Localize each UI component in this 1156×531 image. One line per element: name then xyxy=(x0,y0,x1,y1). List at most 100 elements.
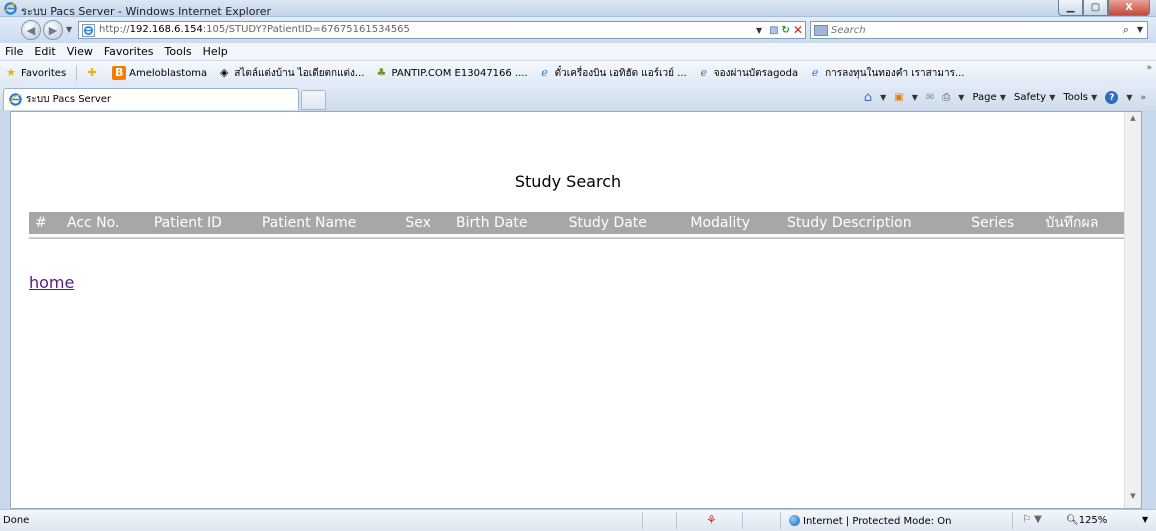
search-input[interactable] xyxy=(831,23,1091,37)
favorite-link-ameloblastoma[interactable]: B Ameloblastoma xyxy=(112,66,207,80)
vertical-scrollbar[interactable]: ▲ ▼ xyxy=(1124,112,1141,508)
favorites-overflow-icon[interactable]: » xyxy=(1146,63,1152,73)
tab-bar: ระบบ Pacs Server ⌂ ▼ ▣ ▼ ✉ ⎙ ▼ Page ▼ Safet… xyxy=(0,85,1156,110)
protected-mode-dropdown-icon[interactable]: ⚐ ▼ xyxy=(1022,514,1042,525)
status-separator xyxy=(676,512,677,529)
home-icon[interactable]: ⌂ xyxy=(864,90,872,105)
print-dropdown-icon[interactable]: ▼ xyxy=(958,93,964,102)
ie-page-icon: ℯ xyxy=(811,66,819,79)
compatibility-view-icon[interactable]: ▧ xyxy=(769,25,778,36)
pantip-icon: ♣ xyxy=(376,66,387,79)
favorites-separator xyxy=(76,65,78,81)
add-to-favorites-bar-button[interactable]: ✚ xyxy=(85,66,102,80)
ie-logo-icon xyxy=(4,2,17,15)
minimize-button[interactable]: ▁ xyxy=(1058,0,1083,16)
security-zone[interactable]: Internet | Protected Mode: On xyxy=(789,515,951,527)
back-button[interactable]: ◀ xyxy=(21,20,41,40)
address-bar: ◀ ▶ ▼ http://192.168.6.154:105/STUDY?Pat… xyxy=(0,17,1156,43)
menu-bar: File Edit View Favorites Tools Help xyxy=(0,43,1156,61)
zoom-dropdown-icon[interactable]: ▼ xyxy=(1142,515,1148,524)
favorites-button[interactable]: ★ Favorites xyxy=(4,66,66,80)
content-frame-left xyxy=(0,111,10,509)
page-title: Study Search xyxy=(514,172,622,191)
column-header-birth-date: Birth Date xyxy=(449,212,563,234)
zoom-level[interactable]: 🔍︎125% xyxy=(1066,515,1107,526)
study-results-table: # Acc No. Patient ID Patient Name Sex Bi… xyxy=(29,212,1127,234)
table-header-row: # Acc No. Patient ID Patient Name Sex Bi… xyxy=(29,212,1127,234)
menu-tools[interactable]: Tools xyxy=(165,45,192,58)
page-content: Study Search # Acc No. Patient ID Patien… xyxy=(10,111,1142,509)
scroll-down-icon[interactable]: ▼ xyxy=(1125,492,1141,506)
search-icon[interactable]: ⌕ xyxy=(1123,23,1129,37)
back-arrow-icon: ◀ xyxy=(26,23,36,37)
print-icon[interactable]: ⎙ xyxy=(942,92,950,103)
refresh-icon[interactable]: ↻ xyxy=(782,25,790,36)
table-divider xyxy=(29,237,1127,239)
column-header-series: Series xyxy=(965,212,1040,234)
url-field[interactable]: http://192.168.6.154:105/STUDY?PatientID… xyxy=(78,21,806,39)
command-bar: ⌂ ▼ ▣ ▼ ✉ ⎙ ▼ Page ▼ Safety ▼ Tools ▼ ? ▼ » xyxy=(864,90,1146,105)
favorite-link-home-decor[interactable]: ◈ สไตล์แต่งบ้าน ไอเดียตกแต่ง... xyxy=(217,66,365,81)
search-box[interactable]: ⌕ ▼ xyxy=(810,21,1148,39)
column-header-report: บันทึกผล xyxy=(1039,212,1127,234)
read-mail-icon[interactable]: ✉ xyxy=(926,92,934,103)
column-header-patient-id: Patient ID xyxy=(147,212,256,234)
scroll-up-icon[interactable]: ▲ xyxy=(1125,114,1141,128)
search-options-dropdown-icon[interactable]: ▼ xyxy=(1137,25,1143,34)
blogger-icon: B xyxy=(112,66,127,80)
site-logo-icon: ◈ xyxy=(219,66,229,79)
column-header-modality: Modality xyxy=(684,212,781,234)
column-header-patient-name: Patient Name xyxy=(255,212,400,234)
help-icon[interactable]: ? xyxy=(1105,91,1119,104)
menu-edit[interactable]: Edit xyxy=(34,45,55,58)
status-bar: Done ⚘ Internet | Protected Mode: On ⚐ ▼… xyxy=(0,509,1156,531)
column-header-acc-no: Acc No. xyxy=(60,212,148,234)
menu-help[interactable]: Help xyxy=(203,45,228,58)
forward-arrow-icon: ▶ xyxy=(48,23,58,37)
add-favorite-icon: ✚ xyxy=(87,66,97,79)
favorites-bar: ★ Favorites ✚ B Ameloblastoma ◈ สไตล์แต่… xyxy=(0,61,1156,85)
menu-view[interactable]: View xyxy=(67,45,93,58)
ie-logo-icon xyxy=(9,93,22,106)
feeds-dropdown-icon[interactable]: ▼ xyxy=(912,93,918,102)
favorite-link-pantip[interactable]: ♣ PANTIP.COM E13047166 .... xyxy=(374,66,528,80)
safety-menu[interactable]: Safety ▼ xyxy=(1014,92,1055,103)
status-separator xyxy=(1012,512,1013,529)
stop-icon[interactable]: ✕ xyxy=(793,23,803,37)
command-overflow-icon[interactable]: » xyxy=(1140,93,1146,103)
new-tab-button[interactable] xyxy=(301,90,326,110)
favorite-link-etihad[interactable]: ℯ ตั๋วเครื่องบิน เอทิฮัด แอร์เวย์ ... xyxy=(538,66,686,81)
url-tools: ▼ ▧ ↻ ✕ xyxy=(756,23,803,37)
tab-pacs-server[interactable]: ระบบ Pacs Server xyxy=(3,88,299,110)
ie-page-icon xyxy=(82,24,95,37)
status-separator xyxy=(742,512,743,529)
close-button[interactable]: X xyxy=(1108,0,1150,16)
column-header-study-description: Study Description xyxy=(780,212,966,234)
home-dropdown-icon[interactable]: ▼ xyxy=(880,93,886,102)
column-header-number: # xyxy=(29,212,61,234)
page-menu[interactable]: Page ▼ xyxy=(972,92,1006,103)
ie-page-icon: ℯ xyxy=(541,66,548,79)
star-icon: ★ xyxy=(6,66,16,79)
menu-file[interactable]: File xyxy=(5,45,23,58)
menu-favorites[interactable]: Favorites xyxy=(104,45,154,58)
tools-menu[interactable]: Tools ▼ xyxy=(1063,92,1097,103)
url-text: http://192.168.6.154:105/STUDY?PatientID… xyxy=(99,24,410,35)
help-dropdown-icon[interactable]: ▼ xyxy=(1126,93,1132,102)
column-header-study-date: Study Date xyxy=(562,212,685,234)
forward-button[interactable]: ▶ xyxy=(43,20,63,40)
maximize-button[interactable]: ▢ xyxy=(1083,0,1108,16)
title-bar: ระบบ Pacs Server - Windows Internet Expl… xyxy=(0,0,1156,18)
feeds-icon[interactable]: ▣ xyxy=(894,92,903,103)
recent-pages-dropdown-icon[interactable]: ▼ xyxy=(66,25,72,34)
column-header-sex: Sex xyxy=(399,212,450,234)
favorite-link-agoda[interactable]: ℯ จองผ่านบัตรagoda xyxy=(697,66,798,81)
status-separator xyxy=(642,512,643,529)
addon-manager-icon[interactable]: ⚘ xyxy=(706,513,717,527)
status-text: Done xyxy=(3,515,30,526)
search-provider-icon xyxy=(814,25,828,36)
favorite-link-gold[interactable]: ℯ การลงทุนในทองคำ เราสามาร... xyxy=(808,66,965,81)
url-dropdown-icon[interactable]: ▼ xyxy=(756,26,762,35)
home-link[interactable]: home xyxy=(29,273,74,292)
window-controls: ▁ ▢ X xyxy=(1058,0,1150,17)
